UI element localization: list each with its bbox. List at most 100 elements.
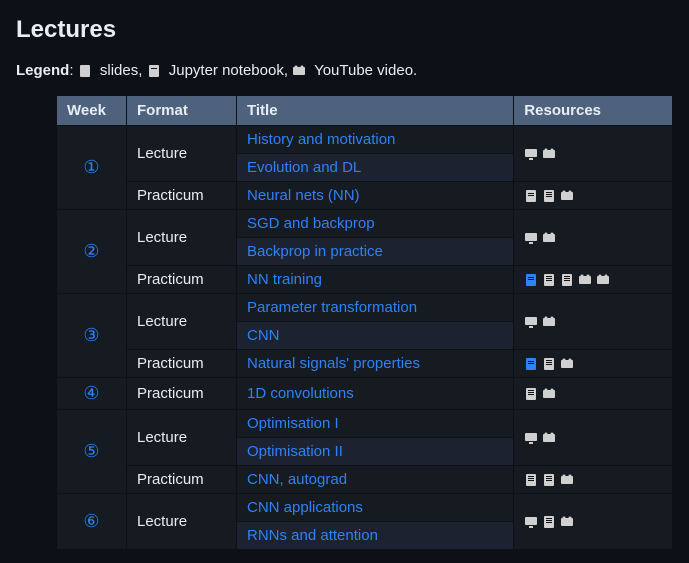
resources-cell [514,350,673,378]
slides-icon[interactable] [524,357,538,371]
week-cell: ① [57,126,127,210]
table-row: ④Practicum 1D convolutions [57,378,673,410]
lectures-table: Week Format Title Resources ①LectureHist… [56,95,673,550]
table-row: ①LectureHistory and motivation [57,126,673,154]
lecture-link[interactable]: SGD and backprop [247,215,375,232]
week-cell: ② [57,210,127,294]
title-cell: Evolution and DL [237,154,514,182]
video-icon[interactable] [560,189,574,203]
video-icon[interactable] [542,315,556,329]
legend: Legend: slides, Jupyter notebook, YouTub… [16,62,673,79]
title-cell: CNN, autograd [237,466,514,494]
screen-icon[interactable] [524,315,538,329]
notebook-icon[interactable] [542,515,556,529]
resources-cell [514,210,673,266]
format-cell: Lecture [127,126,237,182]
lecture-link[interactable]: Parameter transformation [247,299,417,316]
table-row: PracticumNeural nets (NN) [57,182,673,210]
table-row: ②LectureSGD and backprop [57,210,673,238]
lecture-link[interactable]: Neural nets (NN) [247,187,360,204]
video-icon[interactable] [560,357,574,371]
lecture-link[interactable]: CNN [247,327,280,344]
notebook-icon[interactable] [560,273,574,287]
week-cell: ⑤ [57,410,127,494]
notebook-icon[interactable] [542,273,556,287]
title-cell: RNNs and attention [237,522,514,550]
notebook-icon[interactable] [542,189,556,203]
title-cell: Parameter transformation [237,294,514,322]
week-cell: ③ [57,294,127,378]
resources-cell [514,182,673,210]
title-cell: Optimisation II [237,438,514,466]
col-title: Title [237,96,514,126]
title-cell: Optimisation I [237,410,514,438]
legend-slides: slides, [100,62,143,79]
screen-icon[interactable] [524,231,538,245]
lecture-link[interactable]: Optimisation I [247,415,339,432]
col-format: Format [127,96,237,126]
title-cell: CNN applications [237,494,514,522]
legend-label: Legend [16,62,69,79]
format-cell: Lecture [127,210,237,266]
lecture-link[interactable]: Backprop in practice [247,243,383,260]
col-resources: Resources [514,96,673,126]
title-cell: Natural signals' properties [237,350,514,378]
resources-cell [514,410,673,466]
resources-cell [514,466,673,494]
table-row: ③LectureParameter transformation [57,294,673,322]
title-cell: Backprop in practice [237,238,514,266]
resources-cell [514,294,673,350]
screen-icon[interactable] [524,515,538,529]
video-icon[interactable] [578,273,592,287]
title-cell: 1D convolutions [237,378,514,410]
video-icon[interactable] [542,387,556,401]
lecture-link[interactable]: RNNs and attention [247,527,378,544]
table-row: Practicum NN training [57,266,673,294]
format-cell: Practicum [127,266,237,294]
week-cell: ④ [57,378,127,410]
format-cell: Practicum [127,378,237,410]
video-icon [292,64,306,78]
lecture-link[interactable]: NN training [247,271,322,288]
resources-cell [514,266,673,294]
format-cell: Lecture [127,294,237,350]
page-title: Lectures [16,16,673,44]
video-icon[interactable] [560,515,574,529]
lecture-link[interactable]: CNN applications [247,499,363,516]
format-cell: Practicum [127,466,237,494]
video-icon[interactable] [542,431,556,445]
notebook-icon[interactable] [542,357,556,371]
video-icon[interactable] [560,473,574,487]
screen-icon[interactable] [524,431,538,445]
format-cell: Lecture [127,410,237,466]
format-cell: Practicum [127,350,237,378]
video-icon[interactable] [542,147,556,161]
lecture-link[interactable]: Optimisation II [247,443,343,460]
lecture-link[interactable]: Evolution and DL [247,159,361,176]
video-icon[interactable] [542,231,556,245]
week-cell: ⑥ [57,494,127,550]
resources-cell [514,494,673,550]
table-row: Practicum Natural signals' properties [57,350,673,378]
col-week: Week [57,96,127,126]
slides-icon[interactable] [524,189,538,203]
slides-icon[interactable] [524,273,538,287]
notebook-icon[interactable] [524,473,538,487]
video-icon[interactable] [596,273,610,287]
lecture-link[interactable]: CNN, autograd [247,471,347,488]
table-row: ⑤LectureOptimisation I [57,410,673,438]
resources-cell [514,126,673,182]
legend-video: YouTube video. [314,62,417,79]
slides-icon [78,64,92,78]
resources-cell [514,378,673,410]
legend-notebook: Jupyter notebook, [169,62,288,79]
notebook-icon[interactable] [524,387,538,401]
notebook-icon[interactable] [542,473,556,487]
lecture-link[interactable]: 1D convolutions [247,385,354,402]
title-cell: SGD and backprop [237,210,514,238]
lecture-link[interactable]: Natural signals' properties [247,355,420,372]
lecture-link[interactable]: History and motivation [247,131,395,148]
screen-icon[interactable] [524,147,538,161]
format-cell: Lecture [127,494,237,550]
title-cell: History and motivation [237,126,514,154]
